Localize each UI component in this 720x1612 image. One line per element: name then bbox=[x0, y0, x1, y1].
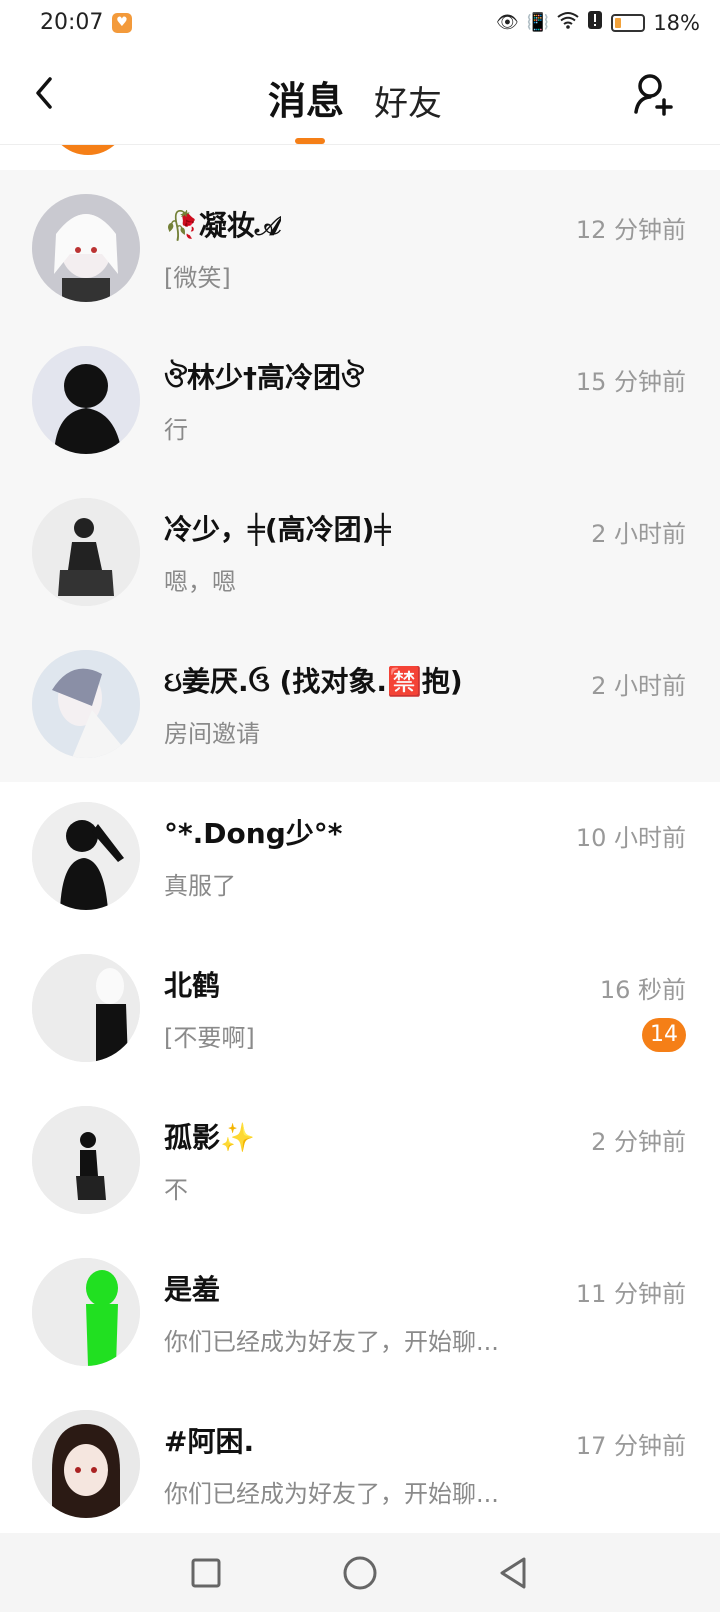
status-bar: 20:07 ♥ 👁 📳 18% bbox=[0, 0, 720, 48]
header: 消息 好友 bbox=[0, 48, 720, 145]
contact-name: ঔ林少†高冷团ঔ bbox=[164, 361, 364, 394]
message-preview: 真服了 bbox=[164, 872, 236, 900]
message-time: 15 分钟前 bbox=[575, 368, 686, 396]
contact-name: #阿困. bbox=[164, 1425, 255, 1458]
contact-name: ઇ姜厌.ઉ (找对象.🈲抱) bbox=[164, 665, 463, 698]
active-tab-indicator bbox=[295, 138, 325, 144]
avatar bbox=[32, 650, 140, 758]
message-time: 2 小时前 bbox=[591, 520, 686, 548]
message-time: 2 小时前 bbox=[591, 672, 686, 700]
system-navigation-bar bbox=[0, 1533, 720, 1612]
message-preview: 你们已经成为好友了，开始聊... bbox=[164, 1328, 499, 1356]
conversation-row[interactable]: 是羞 你们已经成为好友了，开始聊... 11 分钟前 bbox=[0, 1234, 720, 1390]
message-preview: 不 bbox=[164, 1176, 188, 1204]
vibrate-icon: 📳 bbox=[526, 12, 550, 33]
avatar bbox=[32, 498, 140, 606]
contact-name: 孤影✨ bbox=[164, 1121, 255, 1154]
conversation-row[interactable]: ঔ林少†高冷团ঔ 行 15 分钟前 bbox=[0, 322, 720, 478]
message-time: 2 分钟前 bbox=[591, 1128, 686, 1156]
circle-icon bbox=[343, 1556, 377, 1590]
avatar bbox=[32, 954, 140, 1062]
conversation-list[interactable]: 🥀凝妆𝒜 [微笑] 12 分钟前 ঔ林少†高冷团ঔ 行 15 分钟前 冷少，╪(… bbox=[0, 145, 720, 1533]
conversation-row[interactable]: 🥀凝妆𝒜 [微笑] 12 分钟前 bbox=[0, 170, 720, 326]
add-friend-button[interactable] bbox=[632, 70, 680, 118]
app-notification-icon: ♥ bbox=[112, 13, 132, 33]
triangle-back-icon bbox=[500, 1557, 526, 1589]
contact-name: 冷少，╪(高冷团)╪ bbox=[164, 513, 392, 546]
message-time: 10 小时前 bbox=[575, 824, 686, 852]
contact-name: °*.Dong少°* bbox=[164, 817, 343, 850]
contact-name: 🥀凝妆𝒜 bbox=[164, 209, 282, 242]
square-icon bbox=[191, 1558, 221, 1588]
message-time: 17 分钟前 bbox=[575, 1432, 686, 1460]
recent-apps-button[interactable] bbox=[186, 1553, 226, 1593]
wifi-icon bbox=[557, 11, 579, 34]
battery-icon bbox=[611, 13, 646, 32]
avatar bbox=[48, 145, 128, 155]
alert-icon bbox=[587, 10, 603, 35]
add-user-icon bbox=[634, 74, 673, 116]
message-preview: 行 bbox=[164, 416, 188, 444]
message-time: 11 分钟前 bbox=[575, 1280, 686, 1308]
message-time: 12 分钟前 bbox=[575, 216, 686, 244]
message-preview: 嗯，嗯 bbox=[164, 568, 236, 596]
unread-badge: 14 bbox=[642, 1018, 686, 1052]
battery-percent: 18% bbox=[653, 10, 700, 35]
contact-name: 是羞 bbox=[164, 1273, 221, 1306]
tab-messages[interactable]: 消息 bbox=[268, 70, 344, 125]
conversation-row[interactable]: 冷少，╪(高冷团)╪ 嗯，嗯 2 小时前 bbox=[0, 474, 720, 630]
message-preview: [微笑] bbox=[164, 264, 231, 292]
status-time: 20:07 bbox=[40, 10, 104, 35]
message-preview: [不要啊] bbox=[164, 1024, 255, 1052]
conversation-row[interactable]: ઇ姜厌.ઉ (找对象.🈲抱) 房间邀请 2 小时前 bbox=[0, 626, 720, 782]
eye-icon: 👁 bbox=[496, 12, 519, 33]
conversation-row[interactable]: #阿困. 你们已经成为好友了，开始聊... 17 分钟前 bbox=[0, 1386, 720, 1533]
avatar bbox=[32, 1106, 140, 1214]
avatar bbox=[32, 802, 140, 910]
home-button[interactable] bbox=[340, 1553, 380, 1593]
conversation-row[interactable]: 北鹤 [不要啊] 16 秒前 14 bbox=[0, 930, 720, 1086]
conversation-row[interactable]: 孤影✨ 不 2 分钟前 bbox=[0, 1082, 720, 1238]
message-time: 16 秒前 bbox=[599, 976, 686, 1004]
contact-name: 北鹤 bbox=[164, 969, 221, 1002]
back-nav-button[interactable] bbox=[494, 1553, 534, 1593]
avatar bbox=[32, 194, 140, 302]
message-preview: 房间邀请 bbox=[164, 720, 260, 748]
status-icons: 👁 📳 18% bbox=[496, 10, 700, 35]
avatar bbox=[32, 1258, 140, 1366]
conversation-row[interactable]: °*.Dong少°* 真服了 10 小时前 bbox=[0, 778, 720, 934]
message-preview: 你们已经成为好友了，开始聊... bbox=[164, 1480, 499, 1508]
tab-friends[interactable]: 好友 bbox=[374, 76, 442, 125]
avatar bbox=[32, 346, 140, 454]
back-arrow-icon bbox=[36, 77, 52, 109]
back-button[interactable] bbox=[30, 73, 70, 117]
avatar bbox=[32, 1410, 140, 1518]
